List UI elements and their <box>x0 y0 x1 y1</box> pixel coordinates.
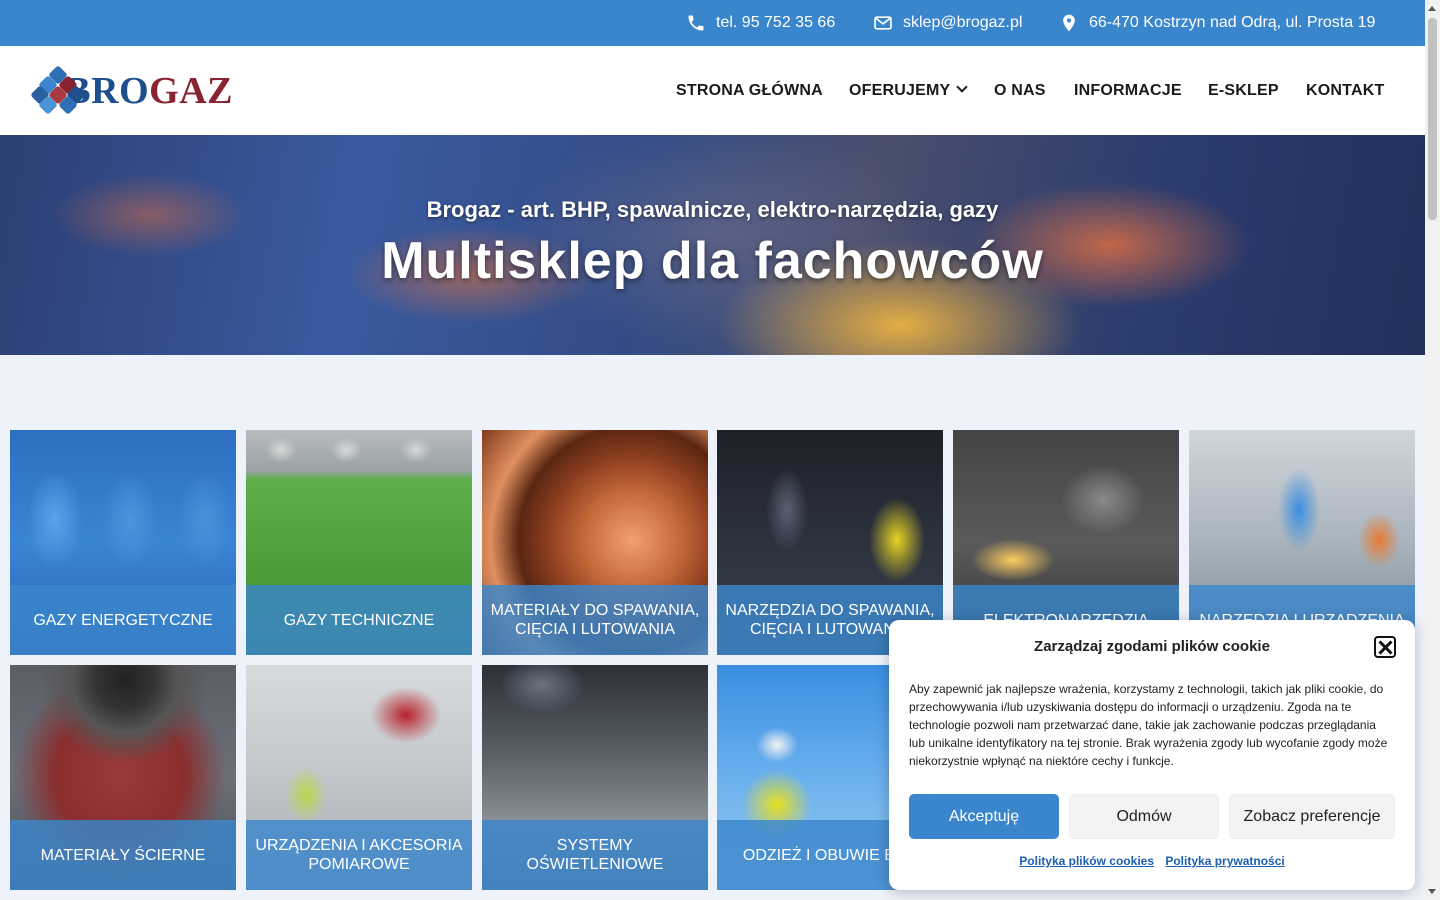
category-label: MATERIAŁY ŚCIERNE <box>10 820 236 890</box>
category-tile-urzadzenia-pomiarowe[interactable]: URZĄDZENIA I AKCESORIA POMIAROWE <box>246 665 472 890</box>
view-preferences-button[interactable]: Zobacz preferencje <box>1229 794 1395 839</box>
mail-icon <box>874 16 892 30</box>
top-contact-bar: tel. 95 752 35 66 sklep@brogaz.pl 66-470… <box>0 0 1425 46</box>
email-contact[interactable]: sklep@brogaz.pl <box>873 0 1022 46</box>
hero-subtitle: Brogaz - art. BHP, spawalnicze, elektro-… <box>426 197 999 222</box>
nav-item-oferujemy[interactable]: OFERUJEMY <box>849 80 969 100</box>
phone-text: tel. 95 752 35 66 <box>716 14 836 31</box>
category-label: GAZY ENERGETYCZNE <box>10 585 236 655</box>
site-header: BROGAZ STRONA GŁÓWNA OFERUJEMY O NAS INF… <box>0 46 1425 135</box>
accept-cookies-button[interactable]: Akceptuję <box>909 794 1059 839</box>
category-label: MATERIAŁY DO SPAWANIA, CIĘCIA I LUTOWANI… <box>482 585 708 655</box>
address-text: 66-470 Kostrzyn nad Odrą, ul. Prosta 19 <box>1089 14 1376 31</box>
cookie-dialog-text: Aby zapewnić jak najlepsze wrażenia, kor… <box>909 682 1388 768</box>
brogaz-logo[interactable]: BROGAZ <box>30 65 233 116</box>
scroll-down-arrow-icon[interactable] <box>1428 889 1436 894</box>
nav-item-strona-glowna[interactable]: STRONA GŁÓWNA <box>676 82 823 100</box>
cookie-dialog-title: Zarządzaj zgodami plików cookie <box>1034 638 1270 655</box>
close-icon[interactable] <box>1374 636 1396 658</box>
nav-item-informacje[interactable]: INFORMACJE <box>1074 82 1182 100</box>
address-contact[interactable]: 66-470 Kostrzyn nad Odrą, ul. Prosta 19 <box>1059 0 1375 46</box>
category-tile-systemy-oswietleniowe[interactable]: SYSTEMY OŚWIETLENIOWE <box>482 665 708 890</box>
category-tile-gazy-energetyczne[interactable]: GAZY ENERGETYCZNE <box>10 430 236 655</box>
phone-contact[interactable]: tel. 95 752 35 66 <box>686 0 835 46</box>
logo-mark-icon <box>30 65 86 116</box>
category-label: SYSTEMY OŚWIETLENIOWE <box>482 820 708 890</box>
nav-item-oferujemy-label: OFERUJEMY <box>849 81 951 99</box>
category-tile-materialy-do-spawania[interactable]: MATERIAŁY DO SPAWANIA, CIĘCIA I LUTOWANI… <box>482 430 708 655</box>
cookie-policy-links: Polityka plików cookies Polityka prywatn… <box>889 854 1415 868</box>
logo-wordmark: BROGAZ <box>65 70 233 112</box>
scrollbar-thumb[interactable] <box>1428 18 1437 220</box>
scroll-up-arrow-icon[interactable] <box>1428 6 1436 11</box>
phone-icon <box>688 15 704 31</box>
nav-item-kontakt[interactable]: KONTAKT <box>1306 82 1384 100</box>
cookie-consent-dialog: Zarządzaj zgodami plików cookie Aby zape… <box>889 620 1415 890</box>
hero-title: Multisklep dla fachowców <box>381 232 1044 290</box>
chevron-down-icon <box>956 80 969 93</box>
deny-cookies-button[interactable]: Odmów <box>1069 794 1219 839</box>
category-tile-gazy-techniczne[interactable]: GAZY TECHNICZNE <box>246 430 472 655</box>
privacy-policy-link[interactable]: Polityka prywatności <box>1165 854 1284 868</box>
category-tile-materialy-scierne[interactable]: MATERIAŁY ŚCIERNE <box>10 665 236 890</box>
category-label: URZĄDZENIA I AKCESORIA POMIAROWE <box>246 820 472 890</box>
page-scrollbar[interactable] <box>1425 0 1440 900</box>
email-text: sklep@brogaz.pl <box>903 14 1023 31</box>
nav-item-o-nas[interactable]: O NAS <box>994 82 1046 100</box>
map-pin-icon <box>1063 14 1075 32</box>
nav-item-e-sklep[interactable]: E-SKLEP <box>1208 82 1279 100</box>
category-label: GAZY TECHNICZNE <box>246 585 472 655</box>
cookie-policy-link[interactable]: Polityka plików cookies <box>1019 854 1154 868</box>
hero-banner: Brogaz - art. BHP, spawalnicze, elektro-… <box>0 135 1425 355</box>
